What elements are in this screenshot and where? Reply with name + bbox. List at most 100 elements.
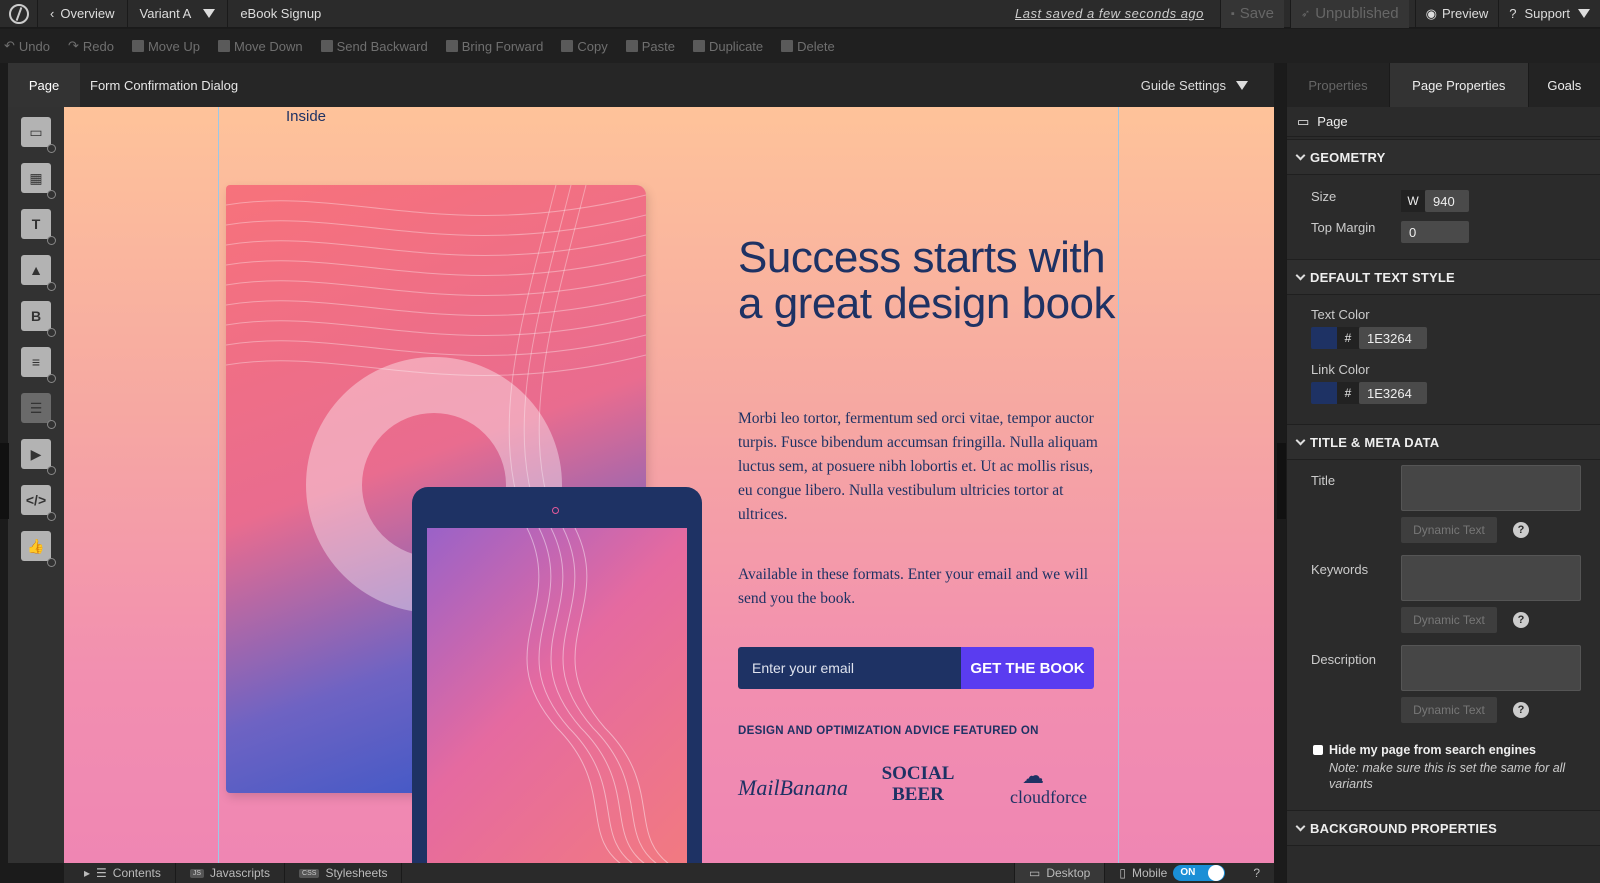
body-copy[interactable]: Morbi leo tortor, fermentum sed orci vit… [738, 407, 1110, 527]
help-icon[interactable]: ? [1239, 863, 1274, 883]
text-color-input[interactable]: 1E3264 [1359, 327, 1427, 349]
hash-label: # [1337, 382, 1359, 404]
unpublished-label: Unpublished [1315, 5, 1399, 22]
code-widget-icon[interactable]: </> [21, 485, 56, 521]
page-name-label: eBook Signup [240, 6, 322, 21]
title-meta-section[interactable]: TITLE & META DATA [1287, 424, 1600, 460]
image-widget-icon[interactable]: ▲ [21, 255, 56, 291]
list-icon: ☰ [96, 866, 107, 880]
stylesheets-label: Stylesheets [325, 866, 388, 880]
help-icon[interactable]: ? [1513, 702, 1529, 718]
description-textarea[interactable] [1401, 645, 1581, 691]
chevron-down-icon [1295, 435, 1306, 445]
keywords-textarea[interactable] [1401, 555, 1581, 601]
properties-panel: Properties Page Properties Goals ▭ Page … [1286, 63, 1600, 883]
paste-label: Paste [641, 38, 675, 54]
breadcrumb[interactable]: Form Confirmation Dialog [90, 78, 238, 93]
mailbanana-logo[interactable]: MailBanana [738, 775, 848, 801]
left-collapse-handle[interactable] [0, 443, 9, 519]
text-color-swatch[interactable] [1311, 327, 1337, 349]
section-widget-icon[interactable]: ▭ [21, 117, 56, 153]
stylesheets-tab[interactable]: CSS Stylesheets [285, 863, 403, 883]
title-textarea[interactable] [1401, 465, 1581, 511]
keywords-dynamic-text-button[interactable]: Dynamic Text [1401, 607, 1497, 633]
geometry-section[interactable]: GEOMETRY [1287, 139, 1600, 175]
background-section[interactable]: BACKGROUND PROPERTIES [1287, 810, 1600, 846]
thumbs-up-widget-icon[interactable]: 👍 [21, 531, 56, 567]
preview-button[interactable]: ◉ Preview [1414, 0, 1499, 28]
hide-page-checkbox[interactable] [1313, 745, 1323, 755]
undo-button[interactable]: ↶ Undo [4, 38, 50, 54]
tab-properties[interactable]: Properties [1287, 63, 1389, 107]
send-backward-button[interactable]: Send Backward [320, 39, 428, 54]
css-file-icon: CSS [299, 868, 320, 878]
app-logo-icon[interactable] [0, 0, 38, 28]
page-row: ▭ Page [1287, 107, 1600, 137]
desktop-view-button[interactable]: ▭ Desktop [1013, 863, 1106, 883]
cloudforce-logo[interactable]: cloudforce [1010, 787, 1087, 808]
delete-label: Delete [797, 38, 835, 54]
contents-label: Contents [112, 866, 161, 880]
paste-button[interactable]: Paste [625, 38, 675, 54]
delete-button[interactable]: Delete [781, 39, 835, 54]
nav-inside-text[interactable]: Inside [286, 108, 326, 125]
text-color-label: Text Color [1311, 307, 1370, 322]
page-name[interactable]: eBook Signup [228, 0, 333, 28]
right-collapse-handle[interactable] [1277, 443, 1286, 519]
social-beer-logo[interactable]: SOCIAL BEER [876, 763, 960, 805]
variant-dropdown[interactable]: Variant A [128, 0, 229, 28]
email-input[interactable]: Enter your email [738, 647, 962, 689]
default-text-style-section[interactable]: DEFAULT TEXT STYLE [1287, 259, 1600, 295]
description-dynamic-text-button[interactable]: Dynamic Text [1401, 697, 1497, 723]
undo-label: Undo [18, 38, 50, 54]
top-margin-input[interactable]: 0 [1401, 221, 1469, 243]
page-canvas[interactable]: Inside Success starts with a great desig… [64, 107, 1274, 863]
video-widget-icon[interactable]: ▶ [21, 439, 56, 475]
move-up-button[interactable]: Move Up [131, 39, 200, 54]
guide-settings-dropdown[interactable]: Guide Settings [1141, 78, 1248, 93]
tablet-screen [427, 527, 687, 863]
mobile-toggle[interactable]: ON [1173, 865, 1226, 881]
tab-goals[interactable]: Goals [1529, 63, 1600, 107]
text-widget-icon[interactable]: T [21, 209, 56, 245]
page-tab[interactable]: Page [8, 63, 80, 107]
eye-icon: ◉ [1425, 5, 1437, 21]
width-input[interactable]: 940 [1425, 190, 1469, 212]
title-meta-label: TITLE & META DATA [1310, 434, 1440, 450]
tablet-image[interactable] [412, 487, 702, 863]
social-widget-icon[interactable]: ☰ [21, 393, 56, 429]
copy-button[interactable]: Copy [561, 38, 608, 54]
last-saved-link[interactable]: Last saved a few seconds ago [1015, 6, 1204, 21]
form-widget-icon[interactable]: ≡ [21, 347, 56, 383]
formats-copy[interactable]: Available in these formats. Enter your e… [738, 563, 1110, 611]
move-down-button[interactable]: Move Down [218, 39, 303, 54]
mobile-view-button[interactable]: ▯ Mobile ON [1105, 863, 1239, 883]
tab-page-properties[interactable]: Page Properties [1388, 63, 1529, 107]
cloud-icon: ☁ [1022, 763, 1044, 788]
button-widget-icon[interactable]: B [21, 301, 56, 337]
overview-link[interactable]: ‹ Overview [38, 0, 128, 28]
help-icon[interactable]: ? [1513, 522, 1529, 538]
link-color-swatch[interactable] [1311, 382, 1337, 404]
monitor-icon: ▭ [1297, 113, 1310, 129]
width-prefix: W [1401, 190, 1425, 212]
size-label: Size [1311, 189, 1337, 204]
headline[interactable]: Success starts with a great design book [738, 235, 1118, 327]
bring-forward-button[interactable]: Bring Forward [445, 39, 543, 54]
link-color-input[interactable]: 1E3264 [1359, 382, 1427, 404]
save-button[interactable]: ▪ Save [1219, 0, 1284, 28]
contents-tab[interactable]: ▸ ☰ Contents [64, 863, 176, 883]
top-bar: ‹ Overview Variant A eBook Signup Last s… [0, 0, 1600, 28]
javascripts-tab[interactable]: JS Javascripts [176, 863, 286, 883]
unpublished-button[interactable]: ➶ Unpublished [1290, 0, 1409, 28]
box-widget-icon[interactable]: ▦ [21, 163, 56, 199]
featured-heading[interactable]: DESIGN AND OPTIMIZATION ADVICE FEATURED … [738, 725, 1039, 737]
help-icon[interactable]: ? [1513, 612, 1529, 628]
get-the-book-button[interactable]: GET THE BOOK [961, 647, 1094, 689]
redo-button[interactable]: ↷ Redo [68, 38, 114, 54]
caret-down-icon [1236, 80, 1248, 90]
copy-label: Copy [577, 38, 608, 54]
duplicate-button[interactable]: Duplicate [692, 39, 763, 54]
support-dropdown[interactable]: ? Support [1498, 0, 1600, 28]
title-dynamic-text-button[interactable]: Dynamic Text [1401, 517, 1497, 543]
